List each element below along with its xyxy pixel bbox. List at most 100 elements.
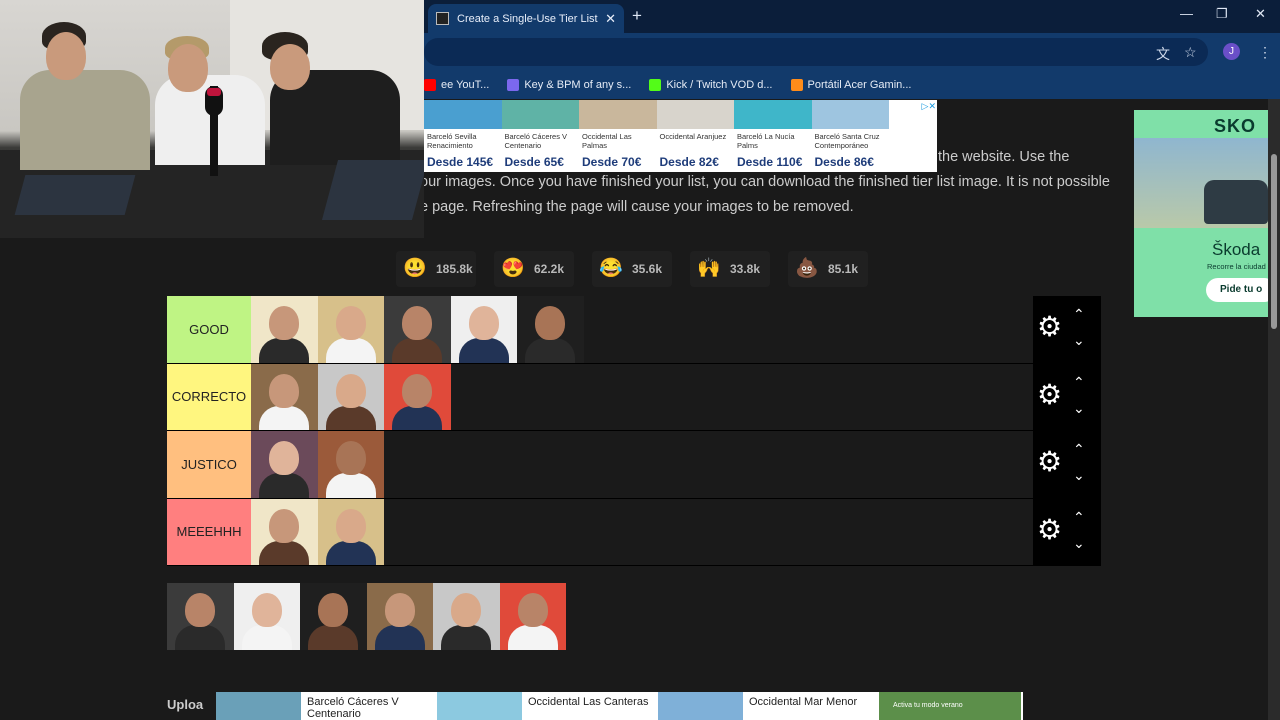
bookmark-star-icon[interactable]: ☆	[1184, 44, 1197, 61]
hotel-price: Desde 65€	[504, 155, 564, 169]
address-bar[interactable]	[424, 38, 1208, 66]
person-body	[525, 338, 575, 363]
tier-image[interactable]	[384, 363, 451, 430]
menu-kebab-icon[interactable]: ⋮	[1258, 44, 1272, 61]
minimize-button[interactable]: —	[1180, 6, 1193, 21]
tier-image[interactable]	[317, 363, 384, 430]
tab-close-icon[interactable]: ✕	[605, 11, 616, 27]
ad-hotel-card[interactable]: Barceló Cáceres V Centenario Desde 65€	[501, 100, 579, 172]
tier-controls: ⚙ ⌃ ⌄	[1033, 431, 1101, 498]
move-tier-down-icon[interactable]: ⌄	[1073, 332, 1085, 349]
tier-image[interactable]	[317, 431, 384, 498]
reaction-emoji-icon: 😂	[599, 258, 623, 279]
bookmark-item[interactable]: ee YouT...	[424, 79, 489, 91]
hotel-photo	[501, 100, 579, 129]
ad-hotel-strip[interactable]: Occidental Mar Menor	[658, 692, 879, 720]
move-tier-down-icon[interactable]: ⌄	[1073, 535, 1085, 552]
tier-image[interactable]	[167, 583, 234, 650]
hotel-price: Desde 110€	[737, 155, 803, 169]
reaction-button[interactable]: 🙌 33.8k	[690, 251, 770, 287]
webcam-overlay	[0, 0, 424, 238]
hotel-banner-ad[interactable]: Barceló Sevilla Renacimiento Desde 145€ Ba…	[424, 100, 937, 172]
bookmark-item[interactable]: Portátil Acer Gamin...	[790, 79, 912, 91]
hotel-bottom-ad[interactable]: Barceló Cáceres V Centenario Occidental L…	[216, 692, 1023, 720]
bookmark-favicon-icon	[424, 79, 436, 91]
reaction-emoji-icon: 🙌	[697, 258, 721, 279]
tier-items[interactable]	[251, 498, 1033, 565]
tier-settings-gear-icon[interactable]: ⚙	[1037, 448, 1062, 476]
scrollbar-thumb[interactable]	[1271, 154, 1277, 329]
tier-image[interactable]	[251, 431, 318, 498]
move-tier-up-icon[interactable]: ⌃	[1073, 441, 1085, 458]
tier-image[interactable]	[433, 583, 500, 650]
tier-items[interactable]	[251, 296, 1033, 363]
tier-image[interactable]	[251, 498, 318, 565]
ad-hotel-strip[interactable]: Barceló Cáceres V Centenario	[216, 692, 437, 720]
ad-promo-tile[interactable]: Activa tu modo verano	[879, 692, 1021, 720]
tier-image[interactable]	[300, 583, 367, 650]
ad-hotel-card[interactable]: Barceló Sevilla Renacimiento Desde 145€	[424, 100, 502, 172]
ad-hotel-card[interactable]: Barceló La Nucía Palms Desde 110€	[734, 100, 812, 172]
hotel-photo	[656, 100, 734, 129]
tier-image[interactable]	[251, 296, 318, 363]
tier-settings-gear-icon[interactable]: ⚙	[1037, 515, 1062, 544]
tier-items[interactable]	[251, 431, 1033, 498]
reaction-button[interactable]: 😍 62.2k	[494, 251, 574, 287]
tier-items[interactable]	[251, 363, 1033, 430]
ad-choices-icon[interactable]: ▷✕	[922, 101, 936, 112]
tier-image[interactable]	[499, 583, 566, 650]
person-middle-head	[168, 44, 208, 92]
move-tier-up-icon[interactable]: ⌃	[1073, 306, 1085, 323]
tier-image[interactable]	[384, 296, 451, 363]
tier-image[interactable]	[317, 296, 384, 363]
new-tab-button[interactable]: +	[632, 6, 642, 26]
person-body	[259, 338, 309, 363]
tier-image[interactable]	[233, 583, 300, 650]
move-tier-up-icon[interactable]: ⌃	[1073, 374, 1085, 391]
tiermaker-favicon-icon	[436, 12, 449, 25]
tier-image[interactable]	[450, 296, 517, 363]
tier-label[interactable]: MEEEHHH	[167, 498, 251, 565]
tier-image[interactable]	[517, 296, 584, 363]
reaction-count: 85.1k	[828, 262, 859, 276]
bookmark-item[interactable]: Key & BPM of any s...	[507, 79, 631, 91]
tier-image[interactable]	[366, 583, 433, 650]
ad-hotel-strip[interactable]: Occidental Las Canteras	[437, 692, 658, 720]
ad-hotel-card[interactable]: Occidental Las Palmas Desde 70€	[579, 100, 657, 172]
tier-label[interactable]: GOOD	[167, 296, 251, 363]
profile-avatar[interactable]: J	[1223, 43, 1240, 60]
image-pool	[167, 583, 566, 650]
move-tier-down-icon[interactable]: ⌄	[1073, 400, 1085, 417]
move-tier-up-icon[interactable]: ⌃	[1073, 509, 1085, 526]
reaction-button[interactable]: 😃 185.8k	[396, 251, 476, 287]
tier-settings-gear-icon[interactable]: ⚙	[1037, 313, 1062, 341]
translate-icon[interactable]: 文	[1156, 44, 1170, 64]
move-tier-down-icon[interactable]: ⌄	[1073, 467, 1085, 484]
person-body	[458, 338, 509, 363]
ad-cta-button[interactable]: Pide tu o	[1206, 278, 1268, 302]
person-left	[20, 70, 150, 170]
reaction-button[interactable]: 💩 85.1k	[788, 251, 868, 287]
tier-image[interactable]	[317, 498, 384, 565]
skoda-side-ad[interactable]: SKO Škoda Recorre la ciudad Pide tu o	[1134, 110, 1268, 317]
tab-tier-list[interactable]: Create a Single-Use Tier List (Pr ✕	[428, 4, 624, 33]
hotel-name: Occidental Mar Menor	[749, 696, 858, 708]
bookmark-label: Portátil Acer Gamin...	[807, 79, 912, 91]
tier-image[interactable]	[251, 363, 318, 430]
tier-label[interactable]: CORRECTO	[167, 363, 251, 430]
ad-hotel-card[interactable]: Barceló Santa Cruz Contemporáneo Desde 86…	[811, 100, 889, 172]
page-scrollbar[interactable]	[1268, 99, 1280, 720]
hotel-photo	[424, 100, 502, 129]
tier-row: JUSTICO ⚙ ⌃ ⌄	[167, 431, 1101, 499]
ad-hotel-card[interactable]: Occidental Aranjuez Desde 82€	[656, 100, 734, 172]
laptop-right	[321, 160, 424, 220]
close-window-button[interactable]: ✕	[1255, 6, 1266, 22]
maximize-button[interactable]: ❐	[1216, 6, 1228, 22]
tier-settings-gear-icon[interactable]: ⚙	[1037, 380, 1062, 409]
tier-label[interactable]: JUSTICO	[167, 431, 251, 498]
reaction-button[interactable]: 😂 35.6k	[592, 251, 672, 287]
bookmark-item[interactable]: Kick / Twitch VOD d...	[649, 79, 773, 91]
bookmark-favicon-icon	[649, 79, 662, 91]
person-right-head	[270, 44, 310, 90]
person-body	[325, 540, 376, 565]
